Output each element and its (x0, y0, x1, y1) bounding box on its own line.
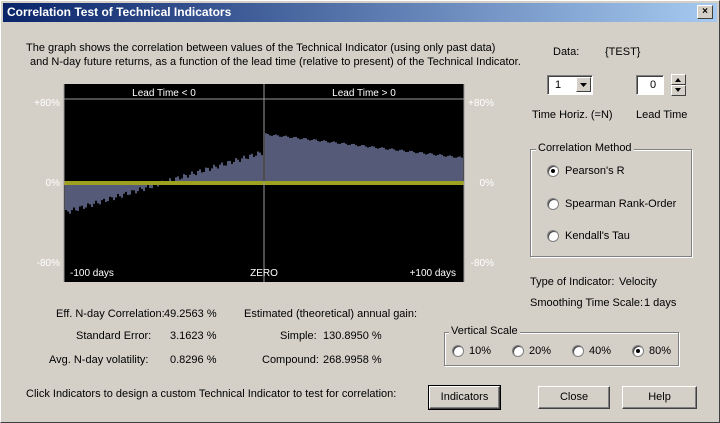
correlation-method-label: Correlation Method (536, 142, 634, 154)
std-err-value: 3.1623 % (170, 330, 217, 342)
close-icon: × (702, 6, 708, 17)
lead-time-input[interactable]: 0 (636, 75, 664, 95)
y-tick-label-right: 0% (480, 178, 495, 189)
annual-gain-label: Estimated (theoretical) annual gain: (244, 308, 418, 320)
correlation-chart: Lead Time < 0 Lead Time > 0 +80% +80% 0% 0% -8… (26, 84, 498, 282)
smoothing-label: Smoothing Time Scale: (530, 297, 644, 309)
x-tick-label-end: +100 days (410, 268, 456, 279)
scale-10-radio[interactable] (452, 345, 464, 357)
compound-value: 268.9958 % (323, 354, 382, 366)
std-err-label: Standard Error: (76, 330, 152, 342)
lead-time-value: 0 (650, 79, 657, 91)
help-button[interactable]: Help (622, 386, 697, 409)
volatility-value: 0.8296 % (170, 354, 217, 366)
scale-10-label[interactable]: 10% (469, 345, 491, 357)
description-line-2: and N-day future returns, as a function … (30, 56, 521, 68)
indicator-type-value: Velocity (619, 276, 657, 288)
scale-40-radio[interactable] (572, 345, 584, 357)
time-horiz-dropdown-button[interactable] (576, 77, 591, 92)
time-horiz-select[interactable]: 1 (547, 75, 593, 95)
simple-label: Simple: (280, 330, 317, 342)
arrow-down-icon (675, 88, 681, 92)
data-value: {TEST} (605, 46, 641, 58)
y-tick-label-left: 0% (46, 178, 61, 189)
indicator-type-label: Type of Indicator: (530, 276, 615, 288)
region-label-positive: Lead Time > 0 (332, 88, 396, 99)
lead-time-up-button[interactable] (671, 74, 686, 85)
data-label: Data: (553, 46, 580, 58)
eff-corr-value: 49.2563 % (164, 308, 217, 320)
compound-label: Compound: (262, 354, 319, 366)
scale-20-label[interactable]: 20% (529, 345, 551, 357)
pearson-radio[interactable] (547, 165, 559, 177)
chevron-down-icon (580, 83, 587, 87)
time-horiz-value: 1 (555, 79, 562, 91)
y-tick-label-right: -80% (471, 258, 494, 269)
volatility-label: Avg. N-day volatility: (49, 354, 149, 366)
arrow-up-icon (675, 78, 681, 82)
window-title: Correlation Test of Technical Indicators (7, 5, 232, 19)
scale-20-radio[interactable] (512, 345, 524, 357)
scale-80-radio[interactable] (632, 345, 644, 357)
y-tick-label-right: +80% (468, 98, 494, 109)
spearman-label[interactable]: Spearman Rank-Order (565, 198, 676, 210)
close-button[interactable]: Close (538, 386, 610, 409)
description-line-1: The graph shows the correlation between … (26, 42, 496, 54)
footer-instructions: Click Indicators to design a custom Tech… (26, 388, 397, 400)
time-horiz-label: Time Horiz. (=N) (532, 109, 613, 121)
scale-40-label[interactable]: 40% (589, 345, 611, 357)
simple-value: 130.8950 % (323, 330, 382, 342)
kendall-radio[interactable] (547, 230, 559, 242)
pearson-label[interactable]: Pearson's R (565, 165, 625, 177)
scale-80-label[interactable]: 80% (649, 345, 671, 357)
close-window-button[interactable]: × (697, 5, 713, 19)
eff-corr-label: Eff. N-day Correlation: (56, 308, 165, 320)
lead-time-label: Lead Time (636, 109, 688, 121)
dialog-window: Correlation Test of Technical Indicators… (0, 0, 720, 423)
indicators-button[interactable]: Indicators (428, 385, 501, 410)
smoothing-value: 1 days (644, 297, 677, 309)
x-tick-label-start: -100 days (70, 268, 114, 279)
kendall-label[interactable]: Kendall's Tau (565, 230, 630, 242)
vertical-scale-label: Vertical Scale (449, 325, 520, 337)
lead-time-down-button[interactable] (671, 85, 686, 96)
region-label-negative: Lead Time < 0 (132, 88, 196, 99)
x-tick-label-zero: ZERO (250, 268, 278, 279)
spearman-radio[interactable] (547, 198, 559, 210)
y-tick-label-left: -80% (37, 258, 60, 269)
title-bar[interactable]: Correlation Test of Technical Indicators… (3, 3, 717, 22)
y-tick-label-left: +80% (34, 98, 60, 109)
